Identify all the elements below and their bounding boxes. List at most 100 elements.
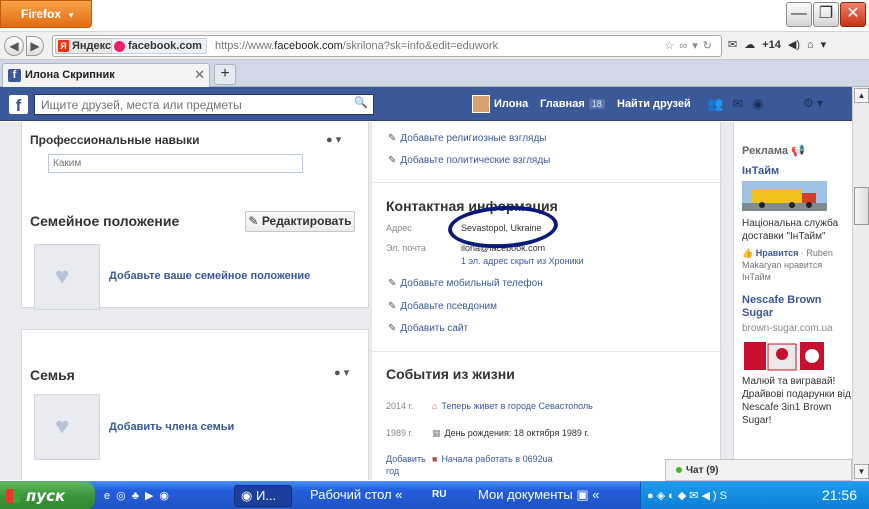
link-label: Добавьте политические взгляды	[400, 155, 551, 166]
reader-glasses-icon[interactable]: ∞	[679, 40, 692, 52]
ad-headline[interactable]: ІнТайм	[742, 165, 779, 178]
sound-icon[interactable]: ◀)	[788, 39, 800, 51]
address-bar[interactable]: Я Яндекс facebook.com https://www.faceboo…	[52, 35, 722, 57]
add-website-link[interactable]: ✎ Добавить сайт	[388, 323, 468, 334]
url-text[interactable]: https://www.facebook.com/skrilona?sk=inf…	[215, 40, 498, 52]
folder-icon: ▣	[576, 487, 589, 502]
bookmark-star-icon[interactable]: ☆	[665, 40, 680, 52]
ie-icon[interactable]: e	[104, 490, 116, 502]
page-scrollbar[interactable]: ▲ ▼	[852, 87, 869, 481]
scroll-up-icon[interactable]: ▲	[854, 88, 869, 103]
language-indicator[interactable]: RU	[432, 485, 452, 507]
event-year: 2014 г.	[386, 401, 414, 411]
find-friends-link[interactable]: Найти друзей	[617, 98, 691, 110]
tray-update-icon[interactable]: ◆	[678, 490, 689, 502]
add-religious-views-link[interactable]: ✎ Добавьте религиозные взгляды	[388, 133, 546, 144]
chrome-icon[interactable]: ◎	[116, 490, 132, 502]
home-icon: ⌂	[432, 401, 438, 411]
home-count-badge: 18	[588, 99, 605, 109]
life-event-item[interactable]: ⌂ Теперь живет в городе Севастополь	[432, 401, 593, 411]
taskbar-firefox-window[interactable]: ◉ И...	[234, 485, 292, 507]
privacy-globe-icon[interactable]: ● ▾	[334, 366, 349, 379]
tray-security-icon[interactable]: ◈	[657, 490, 668, 502]
facebook-header: f 🔍 Илона Главная18 Найти друзей 👥✉◉ ⚙ ▾	[0, 87, 852, 121]
notifications-globe-icon[interactable]: ◉	[752, 96, 772, 111]
documents-label: Мои документы	[478, 487, 573, 502]
close-tab-icon[interactable]: ✕	[194, 67, 205, 83]
search-icon[interactable]: 🔍	[352, 96, 370, 113]
firefox-menu-button[interactable]: Firefox ▼	[0, 0, 92, 28]
app-icon[interactable]: ♣	[132, 490, 145, 502]
tray-network-icon[interactable]: ●	[647, 490, 657, 502]
addon-toolbar: ✉ ☁ +14 ◀) ⌂ ▾	[728, 38, 833, 51]
life-event-item[interactable]: ■ Начала работать в 0692ua	[432, 454, 553, 464]
taskbar-desktop-toolbar[interactable]: Рабочий стол «	[304, 485, 416, 507]
weather-icon[interactable]: ☁	[744, 39, 755, 51]
friend-requests-icon[interactable]: 👥	[707, 96, 732, 111]
ad-nescafe-image[interactable]	[742, 338, 827, 372]
tray-skype-icon[interactable]: S	[720, 490, 730, 502]
facebook-logo-icon[interactable]: f	[9, 95, 28, 115]
edit-button[interactable]: ✎ Редактировать	[245, 211, 355, 232]
pencil-icon: ✎	[388, 133, 397, 144]
family-status-placeholder: ♥	[34, 244, 100, 310]
event-text: День рождения: 18 октября 1989 г.	[444, 428, 590, 438]
tray-app-icon[interactable]: ◐	[668, 490, 678, 502]
site-identity-button[interactable]: facebook.com	[111, 38, 207, 54]
search-input[interactable]	[34, 94, 374, 115]
life-event-item[interactable]: ▦ День рождения: 18 октября 1989 г.	[432, 428, 589, 439]
hidden-email-note[interactable]: 1 эл. адрес скрыт из Хроники	[461, 256, 584, 266]
minimize-button[interactable]: —	[786, 2, 812, 27]
skills-input[interactable]	[48, 154, 303, 173]
media-icon[interactable]: ▶	[145, 490, 159, 502]
avatar	[472, 95, 490, 113]
messages-icon[interactable]: ✉	[732, 96, 752, 111]
heart-icon: ♥	[55, 413, 70, 440]
tray-icons: ●◈◐◆✉◀)S	[647, 489, 730, 502]
family-status-title: Семейное положение	[30, 213, 180, 229]
life-events-title: События из жизни	[386, 366, 515, 382]
add-nickname-link[interactable]: ✎ Добавьте псевдоним	[388, 301, 497, 312]
toolbar-menu-icon[interactable]: ▾	[821, 39, 827, 51]
start-button[interactable]: пуск	[0, 482, 95, 509]
close-window-button[interactable]: ✕	[840, 2, 866, 27]
dropdown-icon[interactable]: ▾	[692, 40, 703, 52]
yandex-badge[interactable]: Я Яндекс	[55, 38, 117, 54]
mail-icon[interactable]: ✉	[728, 39, 737, 51]
reload-icon[interactable]: ↻	[703, 40, 717, 52]
tray-volume-icon[interactable]: ◀)	[701, 490, 719, 502]
new-tab-button[interactable]: +	[214, 64, 236, 85]
home-link[interactable]: Главная 18	[540, 98, 605, 110]
add-year-link[interactable]: Добавить год	[386, 453, 430, 477]
maximize-button[interactable]: ❐	[813, 2, 839, 27]
like-button[interactable]: 👍 Нравится	[742, 248, 798, 258]
privacy-globe-icon[interactable]: ● ▾	[326, 133, 341, 146]
add-political-views-link[interactable]: ✎ Добавьте политические взгляды	[388, 155, 550, 166]
home-icon[interactable]: ⌂	[807, 39, 814, 51]
ads-title: Реклама 📢	[742, 144, 805, 157]
weather-temp: +14	[762, 39, 781, 51]
address-label: Адрес	[386, 223, 412, 233]
add-family-member-link[interactable]: Добавить члена семьи	[109, 421, 234, 433]
back-button[interactable]: ◀	[4, 36, 24, 56]
forward-button[interactable]: ▶	[26, 36, 44, 56]
chat-bar[interactable]: Чат (9)	[665, 459, 852, 481]
add-mobile-phone-link[interactable]: ✎ Добавьте мобильный телефон	[388, 278, 543, 289]
ad-truck-image[interactable]	[742, 181, 827, 211]
tab-profile[interactable]: f Илона Скрипник ✕	[2, 63, 210, 87]
taskbar-documents-toolbar[interactable]: Мои документы ▣ «	[472, 485, 622, 507]
firefox-icon[interactable]: ◉	[159, 490, 175, 502]
tray-mail-icon[interactable]: ✉	[689, 490, 701, 502]
scrollbar-thumb[interactable]	[854, 187, 869, 225]
settings-gear-icon[interactable]: ⚙ ▾	[803, 96, 823, 110]
yandex-label: Яндекс	[72, 40, 112, 52]
link-label: Добавьте мобильный телефон	[400, 278, 543, 289]
user-name: Илона	[494, 98, 529, 110]
ad-headline[interactable]: Nescafe Brown Sugar	[742, 294, 852, 320]
middle-card: ✎ Добавьте религиозные взгляды ✎ Добавьте …	[371, 122, 722, 480]
start-label: пуск	[26, 487, 66, 505]
url-path: /skrilona?sk=info&edit=eduwork	[342, 40, 499, 52]
scroll-down-icon[interactable]: ▼	[854, 464, 869, 479]
add-family-status-link[interactable]: Добавьте ваше семейное положение	[109, 270, 310, 282]
profile-link[interactable]: Илона	[472, 95, 528, 115]
